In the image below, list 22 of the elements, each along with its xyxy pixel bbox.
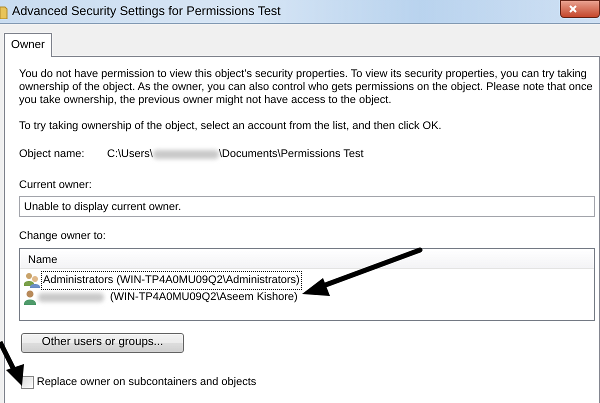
owner-list-item[interactable]: (WIN-TP4A0MU09Q2\Aseem Kishore) <box>109 289 299 306</box>
annotation-arrow <box>0 340 24 386</box>
redacted-text <box>38 292 104 302</box>
users-icon <box>24 272 41 288</box>
field-label: Change owner to: <box>19 229 107 244</box>
folder-icon <box>0 4 8 18</box>
info-paragraph: To try taking ownership of the object, select an account from the list, and then click OK. <box>19 120 442 134</box>
close-icon <box>569 5 577 13</box>
info-paragraph: You do not have permission to view this object’s security properties. To view its security properties, you can try taking ownership of the object. As the owner, you can also control who gets permissions on the object. Please note that once you take ownership, the previous owner might not have access to the object. <box>19 68 594 108</box>
current-owner-field[interactable]: Unable to display current owner. <box>19 196 595 218</box>
field-label: Object name: <box>19 147 86 162</box>
tab[interactable]: Owner <box>4 33 52 58</box>
close-button[interactable] <box>560 0 600 18</box>
path-text: C:\Users\ <box>107 147 153 162</box>
redacted-text <box>152 150 219 159</box>
other-users-button[interactable]: Other users or groups... <box>21 332 184 353</box>
field-label: Current owner: <box>19 178 93 193</box>
window-title: Advanced Security Settings for Permissions Test <box>12 3 281 20</box>
user-icon <box>24 289 37 306</box>
path-text: \Documents\Permissions Test <box>218 147 364 162</box>
checkbox-label[interactable]: Replace owner on subcontainers and objects <box>36 374 256 390</box>
owner-list-item[interactable]: Administrators (WIN-TP4A0MU09Q2\Administrators) <box>42 272 301 288</box>
